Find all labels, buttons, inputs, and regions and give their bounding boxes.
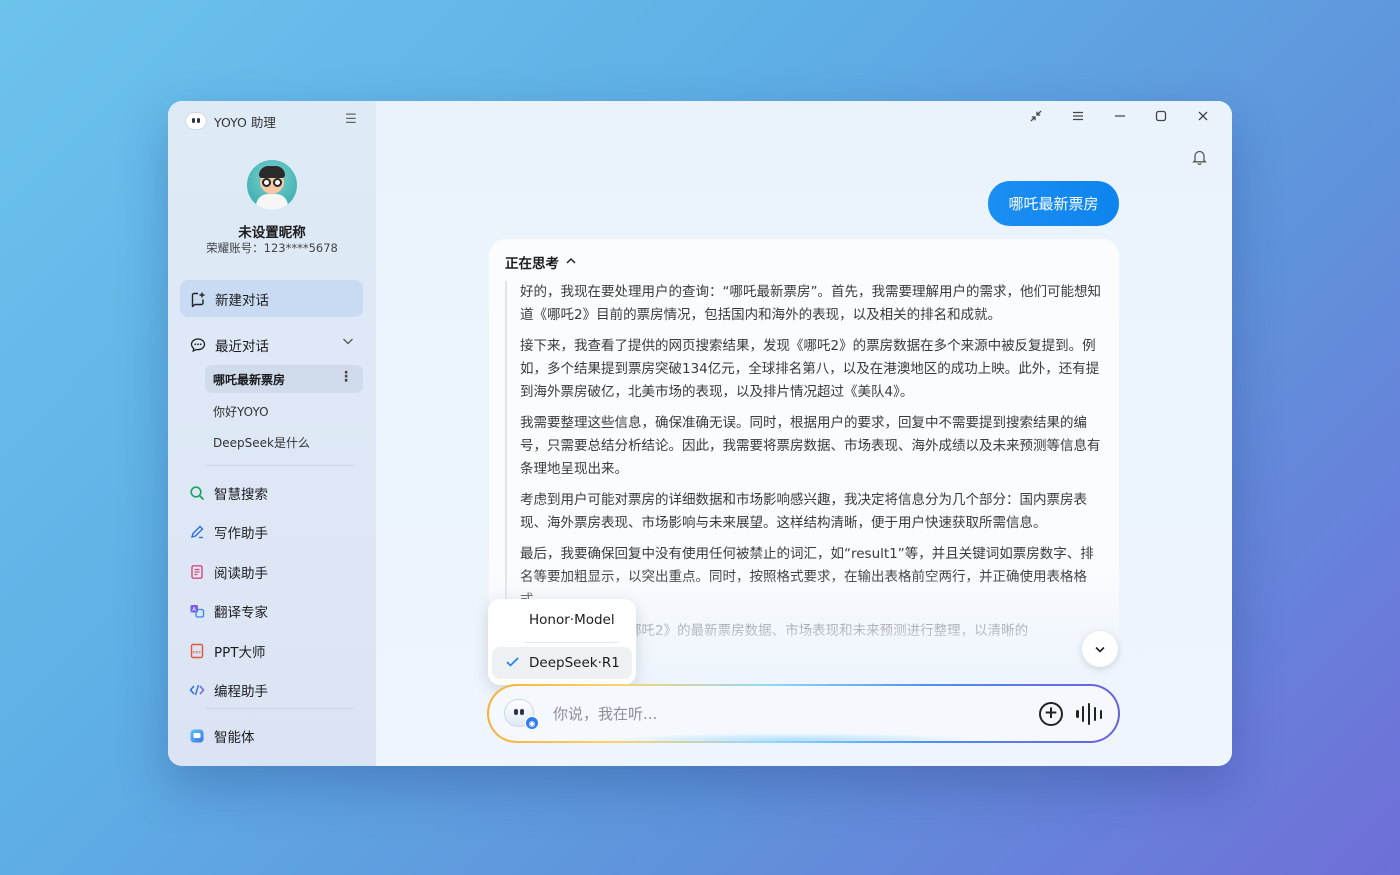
history-item[interactable]: 哪吒最新票房 ⋮: [205, 365, 363, 393]
profile-nickname: 未设置昵称: [238, 225, 306, 241]
close-icon: [1198, 111, 1208, 121]
model-option-deepseek[interactable]: DeepSeek·R1: [492, 647, 632, 679]
more-options-icon[interactable]: ⋮: [339, 369, 353, 385]
thinking-paragraph: 我需要整理这些信息，确保准确无误。同时，根据用户的要求，回复中不需要提到搜索结果…: [520, 415, 1101, 477]
tool-translation-expert[interactable]: A 翻译专家: [180, 596, 363, 626]
chat-input-bar: ◉ +: [487, 684, 1120, 743]
thinking-content: 好的，我现在要处理用户的查询：“哪吒最新票房”。首先，我需要理解用户的需求，他们…: [505, 281, 1105, 651]
close-button[interactable]: [1191, 109, 1215, 129]
thinking-paragraph: 接下来，我查看了提供的网页搜索结果，发现《哪吒2》的票房数据在多个来源中被反复提…: [520, 338, 1100, 400]
new-chat-label: 新建对话: [215, 292, 269, 309]
profile-account: 荣耀账号：123****5678: [206, 241, 338, 255]
minimize-icon: [1115, 115, 1125, 117]
new-chat-icon: [189, 290, 207, 308]
search-icon: [188, 484, 206, 502]
thinking-paragraph: 考虑到用户可能对票房的详细数据和市场影响感兴趣，我决定将信息分为几个部分：国内票…: [520, 492, 1087, 531]
app-header: YOYO 助理: [186, 111, 276, 131]
model-option-honor[interactable]: Honor·Model: [492, 604, 632, 636]
history-item-label: 你好YOYO: [213, 404, 269, 419]
tool-reading-assistant[interactable]: 阅读助手: [180, 557, 363, 587]
ppt-icon: PPT: [188, 642, 206, 660]
new-chat-button[interactable]: 新建对话: [180, 280, 363, 317]
add-attachment-button[interactable]: +: [1039, 702, 1063, 726]
thinking-toggle[interactable]: 正在思考: [505, 252, 577, 272]
deepseek-badge-icon: ◉: [525, 716, 539, 730]
pen-icon: [188, 523, 206, 541]
sidebar-divider: [205, 708, 354, 709]
tool-label: 翻译专家: [214, 605, 268, 621]
model-switch-button[interactable]: ◉: [503, 698, 539, 730]
history-item[interactable]: DeepSeek是什么: [205, 428, 363, 456]
sidebar-collapse-icon: ☰: [345, 112, 357, 127]
plus-icon: +: [1043, 703, 1059, 723]
collapse-sidebar-button[interactable]: ☰: [341, 110, 361, 130]
tool-writing-assistant[interactable]: 写作助手: [180, 517, 363, 547]
translate-icon: A: [188, 602, 206, 620]
shrink-window-button[interactable]: [1024, 109, 1048, 129]
app-title: YOYO 助理: [214, 114, 276, 130]
thinking-label: 正在思考: [505, 256, 559, 272]
waveform-icon: [1076, 710, 1079, 718]
model-option-label: Honor·Model: [529, 612, 615, 628]
notification-button[interactable]: [1189, 149, 1209, 169]
recent-chats-label: 最近对话: [215, 339, 269, 355]
sidebar-divider: [205, 465, 354, 466]
menu-divider: [525, 642, 619, 643]
minimize-button[interactable]: [1108, 109, 1132, 129]
tool-label: 智慧搜索: [214, 487, 268, 503]
svg-text:A: A: [192, 607, 196, 613]
chevron-down-icon: [341, 334, 355, 351]
check-icon: [505, 654, 520, 673]
yoyo-logo-icon: [186, 113, 206, 129]
shrink-icon: [1030, 110, 1042, 122]
avatar[interactable]: [247, 160, 297, 210]
user-message-bubble: 哪吒最新票房: [988, 181, 1119, 226]
tool-label: 智能体: [214, 730, 255, 746]
tool-agent[interactable]: 智能体: [180, 721, 363, 751]
menu-icon: [1073, 111, 1083, 121]
tool-label: PPT大师: [214, 645, 266, 661]
history-item-label: 哪吒最新票房: [213, 372, 286, 387]
sidebar: YOYO 助理 ☰ 未设置昵称 荣耀账号：123****5678 新建对话 最近…: [168, 101, 376, 766]
chat-input[interactable]: [553, 700, 1013, 728]
tool-label: 阅读助手: [214, 566, 268, 582]
chevron-up-icon: [565, 255, 577, 270]
model-select-menu: Honor·Model DeepSeek·R1: [488, 599, 636, 685]
maximize-button[interactable]: [1149, 109, 1173, 129]
tool-label: 编程助手: [214, 684, 268, 700]
thinking-paragraph: 好的，我现在要处理用户的查询：“哪吒最新票房”。首先，我需要理解用户的需求，他们…: [520, 284, 1101, 323]
voice-input-button[interactable]: [1076, 702, 1102, 726]
tool-smart-search[interactable]: 智慧搜索: [180, 478, 363, 508]
tool-ppt-master[interactable]: PPT PPT大师: [180, 636, 363, 666]
chevron-down-icon: [1095, 646, 1105, 653]
main-panel: 哪吒最新票房 正在思考 好的，我现在要处理用户的查询：“哪吒最新票房”。首先，我…: [376, 101, 1232, 766]
svg-text:PPT: PPT: [193, 650, 202, 655]
agent-icon: [188, 727, 206, 745]
history-item-label: DeepSeek是什么: [213, 435, 310, 450]
chat-bubble-icon: [189, 336, 207, 354]
code-icon: [188, 681, 206, 699]
tool-label: 写作助手: [214, 526, 268, 542]
model-option-label: DeepSeek·R1: [529, 655, 620, 671]
bell-icon: [1191, 150, 1207, 165]
scroll-to-bottom-button[interactable]: [1082, 631, 1118, 667]
recent-chats-toggle[interactable]: 最近对话: [180, 332, 363, 358]
app-window: YOYO 助理 ☰ 未设置昵称 荣耀账号：123****5678 新建对话 最近…: [168, 101, 1232, 766]
tool-coding-assistant[interactable]: 编程助手: [180, 675, 363, 705]
maximize-icon: [1155, 110, 1167, 122]
document-icon: [188, 563, 206, 581]
history-item[interactable]: 你好YOYO: [205, 397, 363, 425]
menu-button[interactable]: [1066, 109, 1090, 129]
